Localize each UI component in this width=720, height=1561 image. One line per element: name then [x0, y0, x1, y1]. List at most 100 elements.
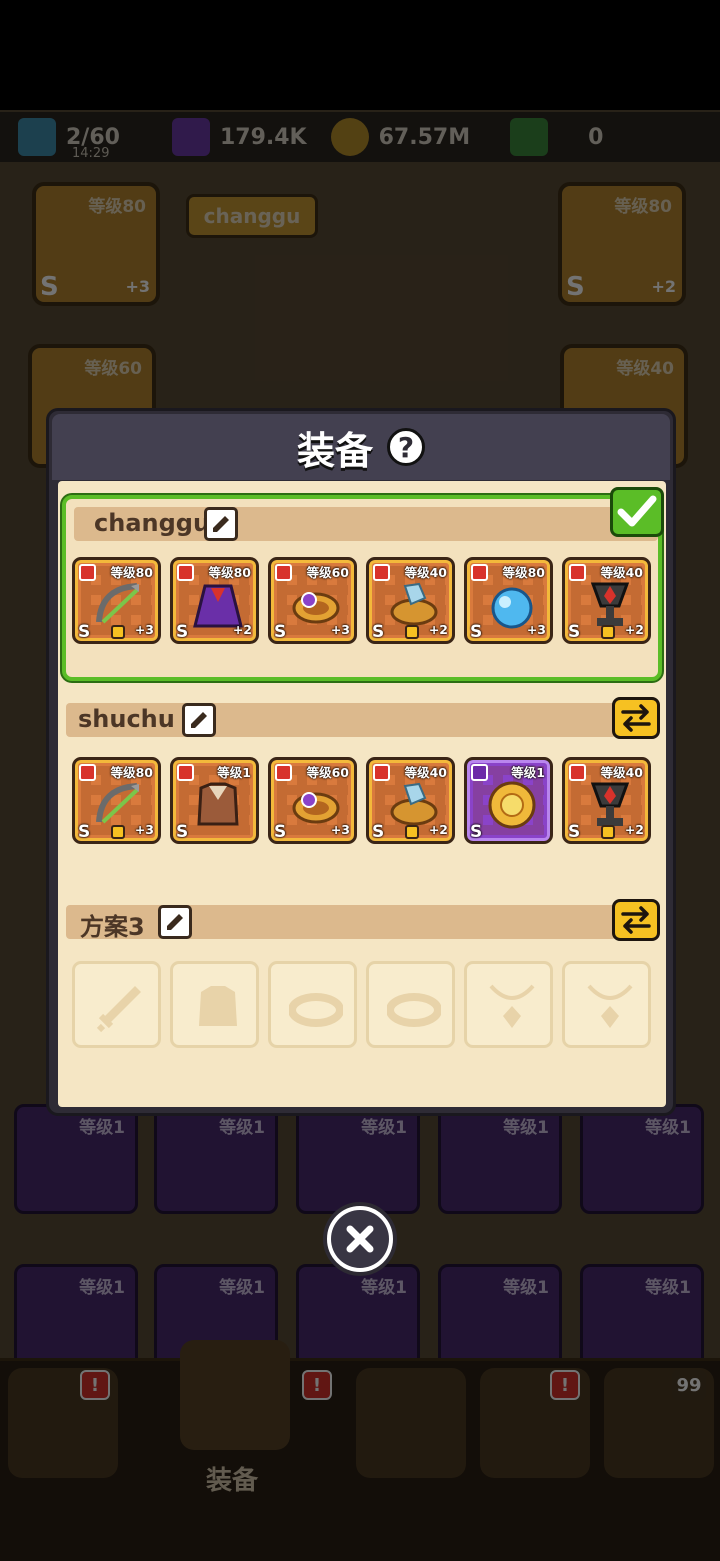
green-crystal-icon — [510, 118, 549, 156]
equipment-slot[interactable]: 等级60 S +3 — [268, 557, 357, 644]
empty-equipment-slot[interactable] — [562, 961, 651, 1048]
bg-item-level: 等级1 — [503, 1118, 549, 1138]
bg-item-level: 等级1 — [79, 1118, 125, 1138]
slot-level: 等级1 — [511, 765, 545, 780]
equipment-slot[interactable]: 等级40 S +2 — [366, 757, 455, 844]
equipment-slot[interactable]: 等级80 S +3 — [72, 757, 161, 844]
equipment-slot[interactable]: 等级1 S — [170, 757, 259, 844]
stamina-resource[interactable]: 2/60 14:29 — [0, 112, 120, 162]
bg-inventory-item[interactable]: 等级1 — [14, 1104, 138, 1214]
preset-card-3[interactable]: 方案3 — [62, 899, 662, 1081]
preset-name-bar: shuchu — [66, 703, 616, 737]
gem-resource[interactable]: 179.4K — [154, 112, 307, 162]
slot-enhance-level: +3 — [134, 822, 154, 837]
necklace-slot-icon — [485, 980, 539, 1034]
slot-grade: S — [372, 822, 385, 842]
bg-cape-card[interactable]: 等级80 S +2 — [558, 182, 686, 306]
ring-slot-icon — [386, 980, 442, 1034]
slot-enhance-level: +2 — [428, 822, 448, 837]
empty-equipment-slot[interactable] — [464, 961, 553, 1048]
equipment-slot[interactable]: 等级80 S +3 — [72, 557, 161, 644]
lock-icon — [405, 825, 419, 839]
help-icon[interactable]: ? — [387, 428, 425, 466]
chest-count-badge: 99 — [672, 1370, 706, 1400]
green-value: 0 — [588, 124, 604, 150]
preset-name-bar: 方案3 — [66, 905, 616, 941]
edit-name-icon[interactable] — [204, 507, 238, 541]
equipment-slot[interactable]: 等级1 S — [464, 757, 553, 844]
battle-nav-icon[interactable] — [356, 1368, 466, 1478]
edit-name-icon[interactable] — [182, 703, 216, 737]
lock-icon — [601, 625, 615, 639]
slot-grade: S — [470, 622, 483, 642]
bg-inventory-item[interactable]: 等级1 — [438, 1104, 562, 1214]
slot-level: 等级40 — [600, 565, 643, 580]
necklace-slot-icon — [583, 980, 637, 1034]
bg-inventory-item[interactable]: 等级1 — [296, 1104, 420, 1214]
edit-name-icon[interactable] — [158, 905, 192, 939]
slot-enhance-level: +3 — [330, 822, 350, 837]
armor-slot-icon — [191, 980, 245, 1034]
slot-grade: S — [274, 822, 287, 842]
stamina-icon — [18, 118, 56, 156]
switch-preset-button[interactable]: changgu — [186, 194, 318, 238]
bg-card-grade: S — [40, 272, 59, 302]
equipment-slot[interactable]: 等级40 S +2 — [562, 557, 651, 644]
equipment-slot[interactable]: 等级80 S +2 — [170, 557, 259, 644]
bg-item-level: 等级1 — [219, 1118, 265, 1138]
stamina-timer: 14:29 — [72, 146, 110, 161]
bg-item-level: 等级1 — [219, 1278, 265, 1298]
green-resource[interactable]: 0 — [492, 112, 603, 162]
slot-level: 等级1 — [217, 765, 251, 780]
coin-resource[interactable]: 67.57M — [321, 112, 470, 162]
slot-grade: S — [568, 822, 581, 842]
bg-inventory-item[interactable]: 等级1 — [154, 1104, 278, 1214]
status-area — [0, 0, 720, 110]
preset-name: changgu — [94, 509, 211, 537]
slot-level: 等级40 — [404, 765, 447, 780]
slot-level: 等级80 — [502, 565, 545, 580]
preset-card-2[interactable]: shuchu 等级80 S +3 等级1 S 等级60 S +3 等级40 S +2 等级1 S 等级40… — [62, 697, 662, 879]
equipment-slot[interactable]: 等级40 S +2 — [366, 557, 455, 644]
empty-equipment-slot[interactable] — [366, 961, 455, 1048]
equipment-slot[interactable]: 等级80 S +3 — [464, 557, 553, 644]
slot-grade: S — [78, 822, 91, 842]
bg-inventory-item[interactable]: 等级1 — [580, 1104, 704, 1214]
gem-value: 179.4K — [219, 124, 307, 150]
slot-level: 等级60 — [306, 565, 349, 580]
leather-armor-icon — [191, 778, 245, 832]
empty-equipment-slot[interactable] — [72, 961, 161, 1048]
equipment-slot[interactable]: 等级40 S +2 — [562, 757, 651, 844]
equipment-slot[interactable]: 等级60 S +3 — [268, 757, 357, 844]
slot-grade: S — [176, 822, 189, 842]
slot-grade: S — [78, 622, 91, 642]
equipment-nav-icon[interactable] — [180, 1340, 290, 1450]
preset-card-1[interactable]: changgu 等级80 S +3 等级80 S +2 等级60 S +3 等级40 S +2 等级80… — [62, 487, 664, 681]
slot-level: 等级60 — [306, 765, 349, 780]
slot-grade: S — [568, 622, 581, 642]
bg-weapon-card[interactable]: 等级80 S +3 — [32, 182, 160, 306]
bg-card-grade: S — [566, 272, 585, 302]
swap-preset-button[interactable] — [612, 697, 660, 739]
slot-level: 等级40 — [600, 765, 643, 780]
equipment-preset-modal: 装备 ? changgu 等级80 S +3 等级80 S +2 等级60 S +3 等级40 S +… — [46, 408, 676, 1116]
empty-equipment-slot[interactable] — [268, 961, 357, 1048]
slot-enhance-level: +3 — [134, 622, 154, 637]
equipment-nav-label: 装备 — [206, 1466, 259, 1496]
upgrade-alert-badge: ! — [550, 1370, 580, 1400]
preset-name-bar: changgu — [74, 507, 658, 541]
close-icon — [331, 1210, 389, 1268]
bg-item-level: 等级1 — [645, 1118, 691, 1138]
modal-header: 装备 ? — [52, 414, 670, 480]
slot-enhance-level: +3 — [526, 622, 546, 637]
bg-card-level: 等级60 — [84, 359, 142, 379]
empty-equipment-slot[interactable] — [170, 961, 259, 1048]
coin-value: 67.57M — [378, 124, 471, 150]
lock-icon — [111, 625, 125, 639]
slot-enhance-level: +2 — [624, 622, 644, 637]
bg-item-level: 等级1 — [79, 1278, 125, 1298]
resource-bar: 2/60 14:29 179.4K 67.57M 0 — [0, 112, 720, 162]
bg-card-plus: +2 — [651, 277, 676, 296]
close-modal-button[interactable] — [323, 1202, 397, 1276]
swap-preset-button[interactable] — [612, 899, 660, 941]
